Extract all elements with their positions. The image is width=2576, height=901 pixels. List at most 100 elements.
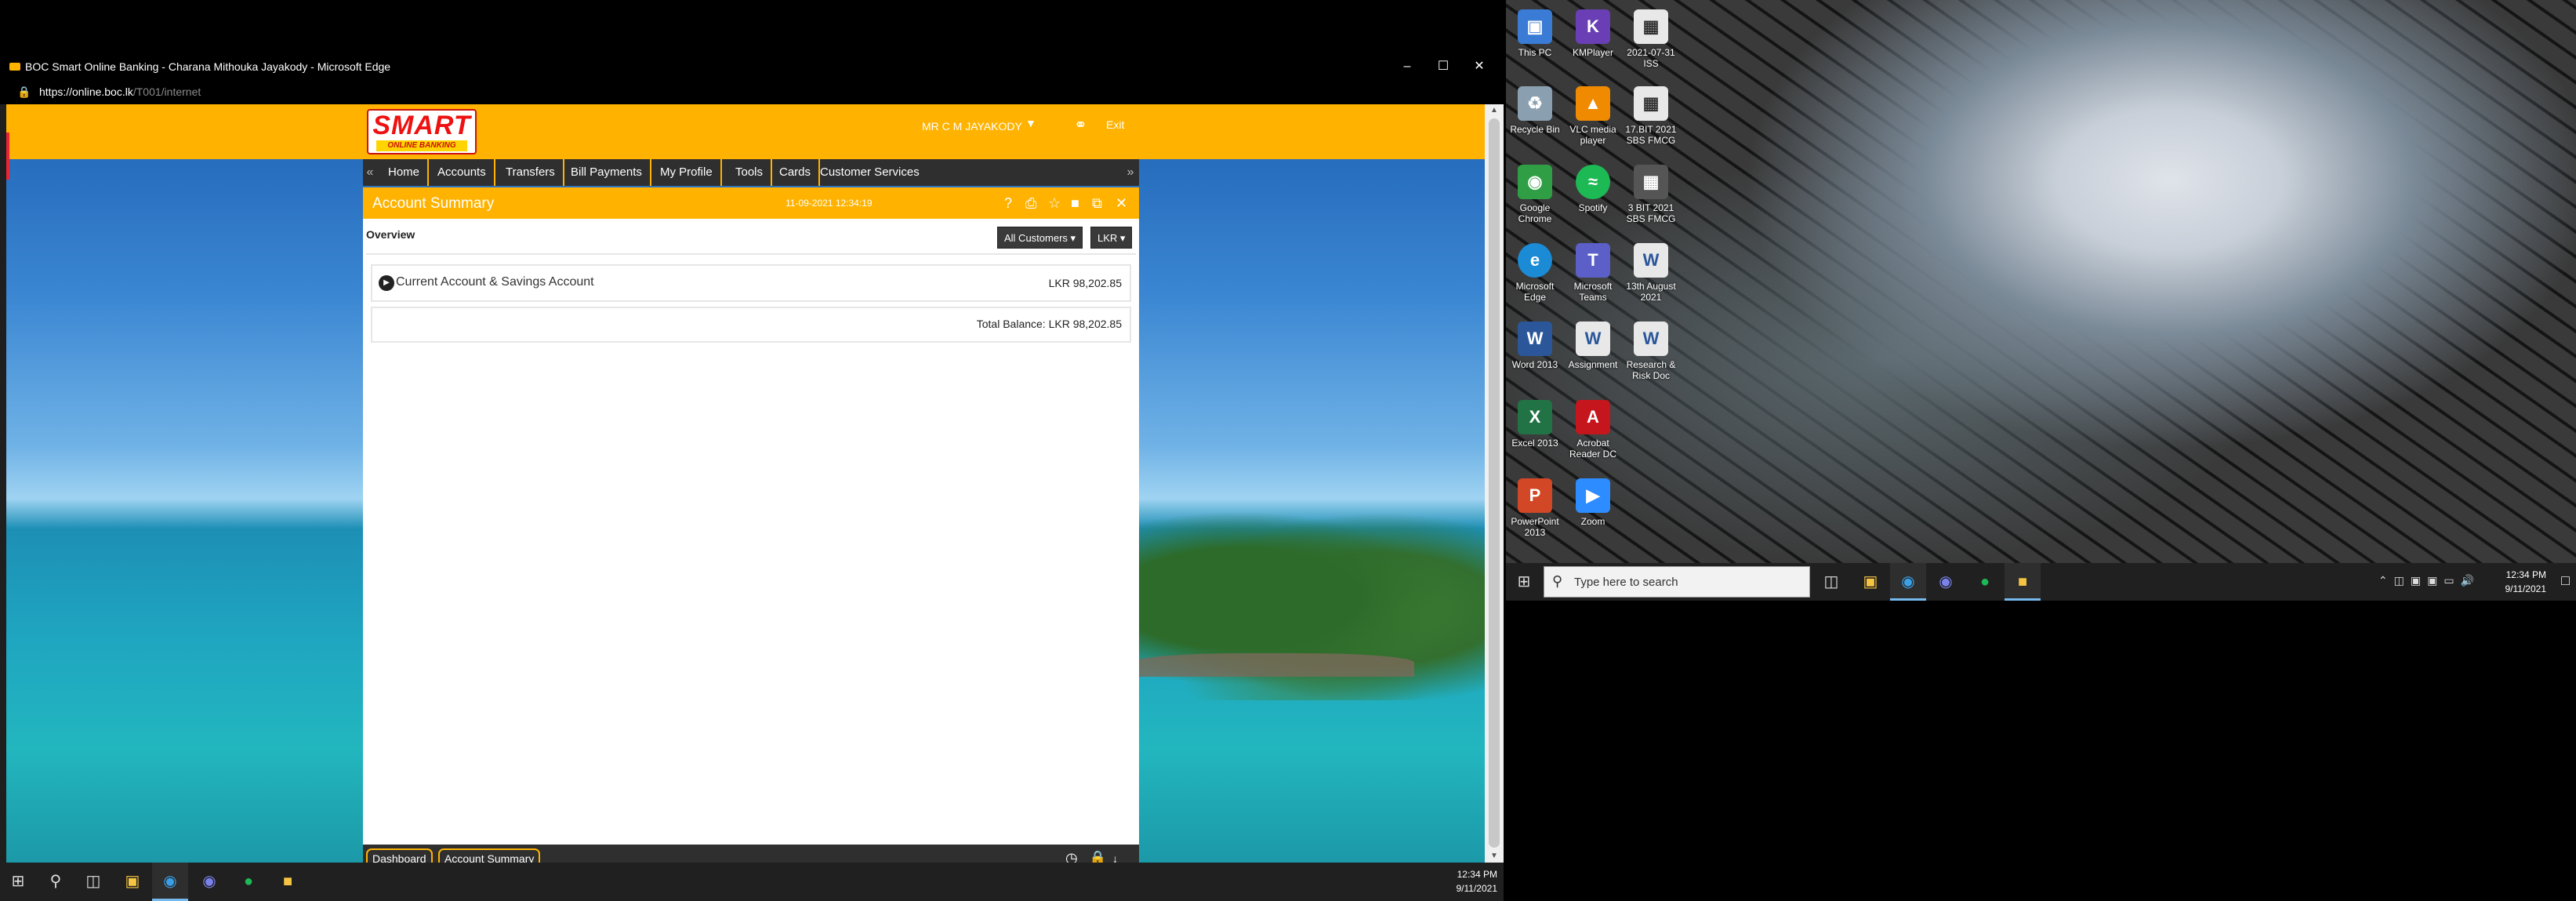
red-accent bbox=[6, 133, 9, 180]
overview-heading: Overview bbox=[366, 228, 415, 241]
sticky-notes-icon[interactable]: ■ bbox=[2005, 563, 2041, 601]
desktop: ▣ This PC K KMPlayer ▦ 2021-07-31 ISS ♻ Recy… bbox=[1506, 0, 2576, 601]
tab-dashboard[interactable]: Dashboard bbox=[366, 848, 433, 863]
desktop-icon-kmplayer[interactable]: K KMPlayer bbox=[1566, 9, 1620, 58]
nav-bill-payments[interactable]: Bill Payments bbox=[563, 159, 651, 186]
scroll-thumb[interactable] bbox=[1489, 118, 1500, 848]
scroll-up-icon[interactable]: ▲ bbox=[1485, 104, 1504, 117]
chevron-down-icon[interactable]: ▼ bbox=[1025, 117, 1036, 129]
nav-prev-icon[interactable]: « bbox=[363, 159, 377, 186]
nav-home[interactable]: Home bbox=[380, 159, 430, 186]
expand-icon[interactable]: ▶ bbox=[379, 275, 394, 291]
panel-title: Account Summary bbox=[372, 195, 495, 212]
account-row[interactable]: ▶ Current Account & Savings Account LKR … bbox=[371, 264, 1131, 302]
panel-header: Account Summary 11-09-2021 12:34:19 ? ⎙ … bbox=[363, 187, 1139, 219]
desktop-icon-acrobat[interactable]: A Acrobat Reader DC bbox=[1566, 400, 1620, 460]
desktop-icon-edge[interactable]: e Microsoft Edge bbox=[1508, 243, 1562, 303]
search-icon: ⚲ bbox=[1552, 573, 1563, 589]
page-scrollbar[interactable]: ▲ ▼ bbox=[1485, 104, 1504, 863]
desktop-icon-powerpoint[interactable]: P PowerPoint 2013 bbox=[1508, 478, 1562, 538]
sticky-notes-icon[interactable]: ■ bbox=[270, 863, 306, 901]
minimize-button[interactable]: – bbox=[1389, 54, 1425, 79]
right-clock[interactable]: 12:34 PM 9/11/2021 bbox=[2505, 568, 2547, 596]
teams-icon[interactable]: ◉ bbox=[191, 863, 227, 901]
nav-customer-services[interactable]: Customer Services bbox=[812, 159, 927, 186]
boc-favicon-icon bbox=[9, 63, 20, 71]
header-band bbox=[6, 104, 1485, 159]
nav-transfers[interactable]: Transfers bbox=[498, 159, 564, 186]
currency-select[interactable]: LKR ▾ bbox=[1090, 227, 1133, 249]
account-type-label[interactable]: Current Account & Savings Account bbox=[396, 275, 594, 289]
file-explorer-icon[interactable]: ▣ bbox=[114, 863, 151, 901]
desktop-icon-recycle-bin[interactable]: ♻ Recycle Bin bbox=[1508, 86, 1562, 135]
nav-accounts[interactable]: Accounts bbox=[430, 159, 495, 186]
desktop-icon-spotify[interactable]: ≈ Spotify bbox=[1566, 165, 1620, 213]
spotify-icon[interactable]: ● bbox=[1967, 563, 2003, 601]
star-icon[interactable]: ☆ bbox=[1048, 195, 1061, 211]
nav-tools[interactable]: Tools bbox=[727, 159, 773, 186]
main-nav: « Home Accounts Transfers Bill Payments … bbox=[363, 159, 1139, 186]
address-bar[interactable]: 🔒 https://online.boc.lk/T001/internet bbox=[0, 79, 1504, 104]
link-icon[interactable]: ⚭ bbox=[1074, 115, 1087, 135]
windows-start-icon[interactable]: ⊞ bbox=[0, 863, 36, 901]
account-summary-panel: Account Summary 11-09-2021 12:34:19 ? ⎙ … bbox=[363, 187, 1139, 845]
desktop-icon-13th-august[interactable]: W 13th August 2021 bbox=[1624, 243, 1678, 303]
total-balance: Total Balance: LKR 98,202.85 bbox=[976, 318, 1122, 330]
right-taskbar: ⊞ ⚲ Type here to search ◫ ▣ ◉ ◉ ● ■ ⌃◫▣▣… bbox=[1506, 563, 2576, 601]
teams-icon[interactable]: ◉ bbox=[1928, 563, 1964, 601]
system-tray-icons[interactable]: ⌃◫▣▣▭🔊 bbox=[2378, 574, 2480, 587]
boc-smart-logo[interactable]: SMART ONLINE BANKING bbox=[367, 109, 477, 154]
url-text[interactable]: https://online.boc.lk/T001/internet bbox=[39, 79, 201, 104]
page-viewport: SMART ONLINE BANKING MR C M JAYAKODY ▼ ⚭… bbox=[6, 104, 1485, 863]
file-explorer-icon[interactable]: ▣ bbox=[1852, 563, 1888, 601]
search-placeholder: Type here to search bbox=[1574, 576, 1678, 589]
chevron-down-icon[interactable]: ↓ bbox=[1112, 852, 1118, 863]
close-panel-icon[interactable]: ✕ bbox=[1116, 195, 1127, 211]
window-title: BOC Smart Online Banking - Charana Mitho… bbox=[25, 60, 391, 73]
divider bbox=[366, 253, 1136, 255]
help-icon[interactable]: ? bbox=[1004, 195, 1012, 211]
notification-icon[interactable]: □ bbox=[2561, 572, 2570, 589]
desktop-icon-zoom[interactable]: ▶ Zoom bbox=[1566, 478, 1620, 527]
desktop-icon-excel[interactable]: X Excel 2013 bbox=[1508, 400, 1562, 449]
taskbar-search-box[interactable]: ⚲ Type here to search bbox=[1544, 566, 1810, 598]
tab-account-summary[interactable]: Account Summary bbox=[438, 848, 541, 863]
left-clock[interactable]: 12:34 PM 9/11/2021 bbox=[1457, 867, 1498, 896]
nav-next-icon[interactable]: » bbox=[1123, 159, 1137, 186]
total-row: Total Balance: LKR 98,202.85 bbox=[371, 307, 1131, 343]
clock-icon[interactable]: ◷ bbox=[1065, 850, 1078, 863]
close-button[interactable]: ✕ bbox=[1461, 54, 1497, 79]
duplicate-icon[interactable]: ⧉ bbox=[1092, 195, 1102, 211]
panel-datetime: 11-09-2021 12:34:19 bbox=[785, 198, 873, 209]
desktop-icon-3-bit[interactable]: ▦ 3 BIT 2021 SBS FMCG bbox=[1624, 165, 1678, 224]
desktop-icon-assignment[interactable]: W Assignment bbox=[1566, 322, 1620, 370]
shore-rocks-background bbox=[1132, 653, 1414, 677]
left-taskbar: ⊞ ⚲ ◫ ▣ ◉ ◉ ● ■ 12:34 PM 9/11/2021 bbox=[0, 863, 1504, 901]
search-icon[interactable]: ⚲ bbox=[38, 863, 74, 901]
edge-title-bar: BOC Smart Online Banking - Charana Mitho… bbox=[0, 54, 1504, 79]
maximize-button[interactable]: ☐ bbox=[1425, 54, 1461, 79]
edge-icon[interactable]: ◉ bbox=[1890, 563, 1926, 601]
desktop-icon-2021-07-31-iss[interactable]: ▦ 2021-07-31 ISS bbox=[1624, 9, 1678, 69]
windows-start-icon[interactable]: ⊞ bbox=[1506, 563, 1542, 601]
desktop-icon-vlc[interactable]: ▲ VLC media player bbox=[1566, 86, 1620, 146]
task-view-icon[interactable]: ◫ bbox=[1813, 563, 1849, 601]
spotify-icon[interactable]: ● bbox=[230, 863, 267, 901]
user-name[interactable]: MR C M JAYAKODY bbox=[922, 120, 1022, 133]
lock-icon[interactable]: 🔒 bbox=[1089, 850, 1106, 863]
desktop-icon-chrome[interactable]: ◉ Google Chrome bbox=[1508, 165, 1562, 224]
desktop-icon-teams[interactable]: T Microsoft Teams bbox=[1566, 243, 1620, 303]
scroll-down-icon[interactable]: ▼ bbox=[1485, 850, 1504, 863]
exit-button[interactable]: Exit bbox=[1106, 118, 1124, 131]
nav-my-profile[interactable]: My Profile bbox=[652, 159, 722, 186]
task-view-icon[interactable]: ◫ bbox=[75, 863, 111, 901]
desktop-icon-this-pc[interactable]: ▣ This PC bbox=[1508, 9, 1562, 58]
print-icon[interactable]: ⎙ bbox=[1025, 195, 1036, 211]
desktop-icon-research-doc[interactable]: W Research & Risk Doc bbox=[1624, 322, 1678, 381]
desktop-icon-17-bit[interactable]: ▦ 17.BIT 2021 SBS FMCG bbox=[1624, 86, 1678, 146]
restore-icon[interactable]: ■ bbox=[1071, 195, 1079, 211]
customer-select[interactable]: All Customers ▾ bbox=[997, 227, 1083, 249]
edge-window: BOC Smart Online Banking - Charana Mitho… bbox=[0, 54, 1504, 863]
edge-icon[interactable]: ◉ bbox=[152, 863, 188, 901]
desktop-icon-word[interactable]: W Word 2013 bbox=[1508, 322, 1562, 370]
